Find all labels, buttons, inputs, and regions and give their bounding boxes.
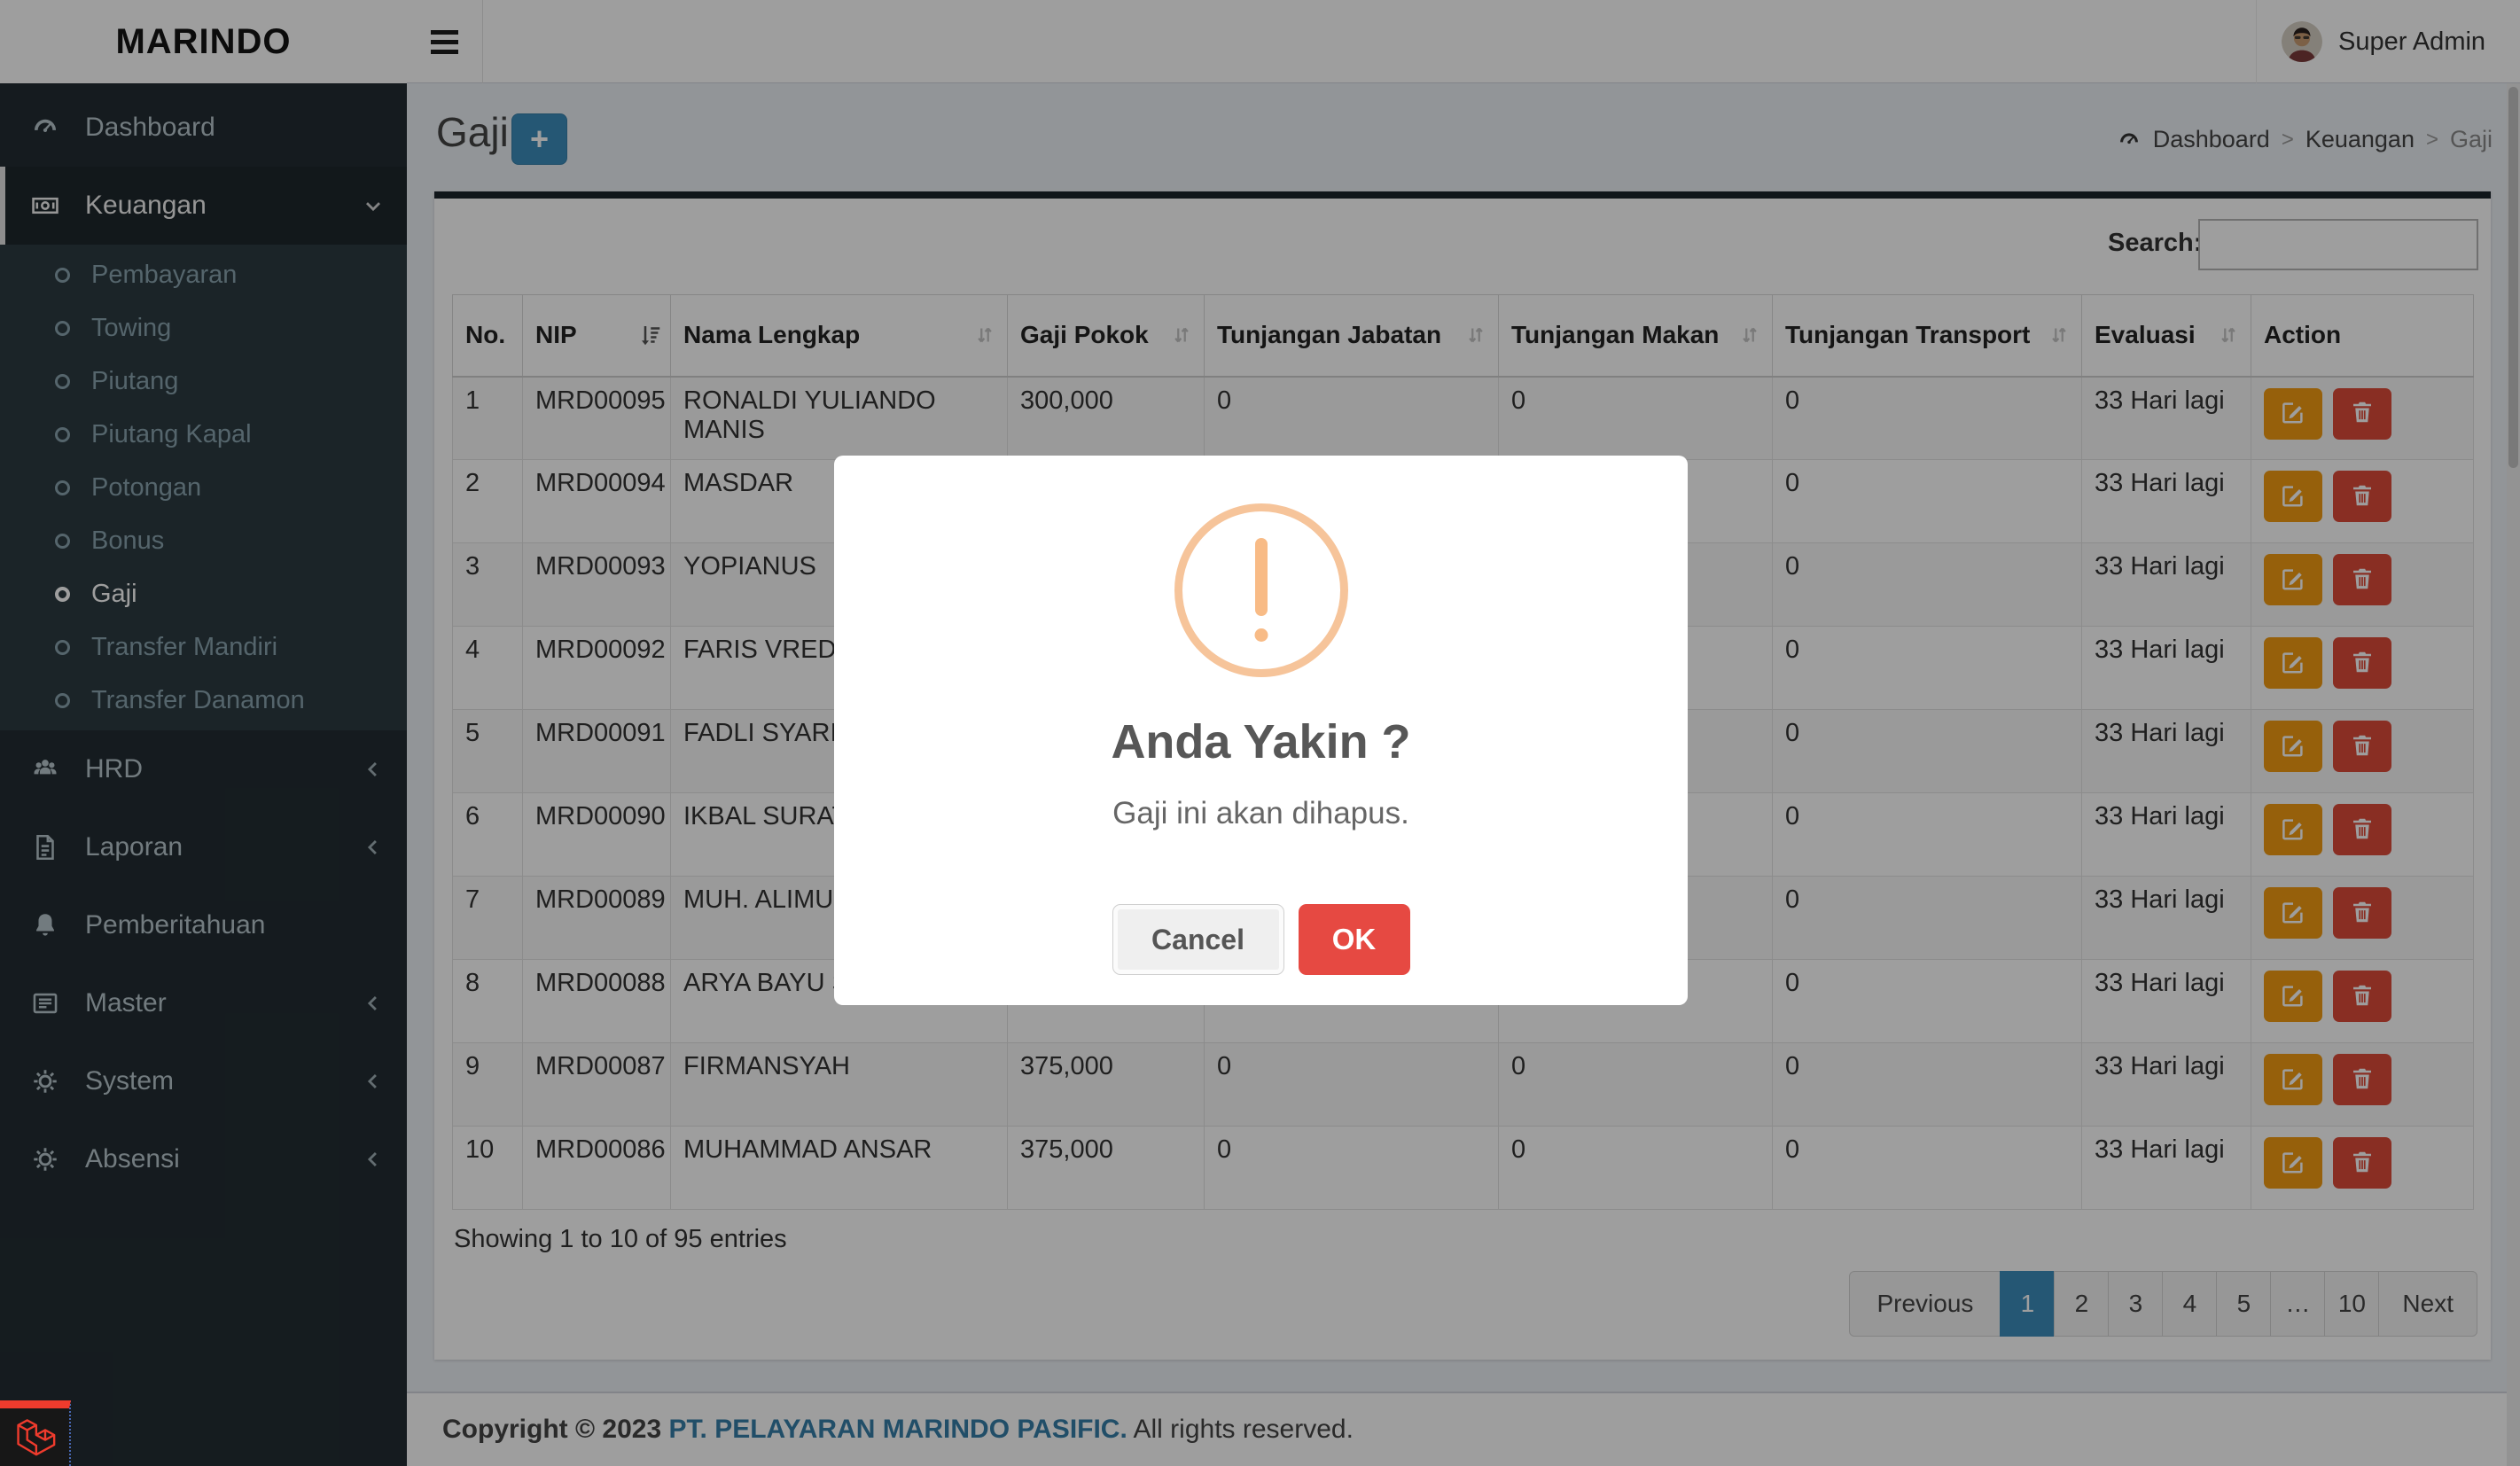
dialog-buttons: Cancel OK: [834, 904, 1688, 975]
app-window: DashboardKeuanganPembayaranTowingPiutang…: [0, 0, 2520, 1466]
cancel-button[interactable]: Cancel: [1112, 904, 1284, 975]
debugbar-toggle[interactable]: [0, 1400, 71, 1466]
dialog-message: Gaji ini akan dihapus.: [834, 796, 1688, 831]
ok-button[interactable]: OK: [1299, 904, 1410, 975]
dialog-title: Anda Yakin ?: [834, 714, 1688, 769]
warning-icon: [1174, 503, 1348, 677]
confirm-dialog: Anda Yakin ? Gaji ini akan dihapus. Canc…: [834, 456, 1688, 1005]
laravel-icon: [13, 1414, 56, 1461]
